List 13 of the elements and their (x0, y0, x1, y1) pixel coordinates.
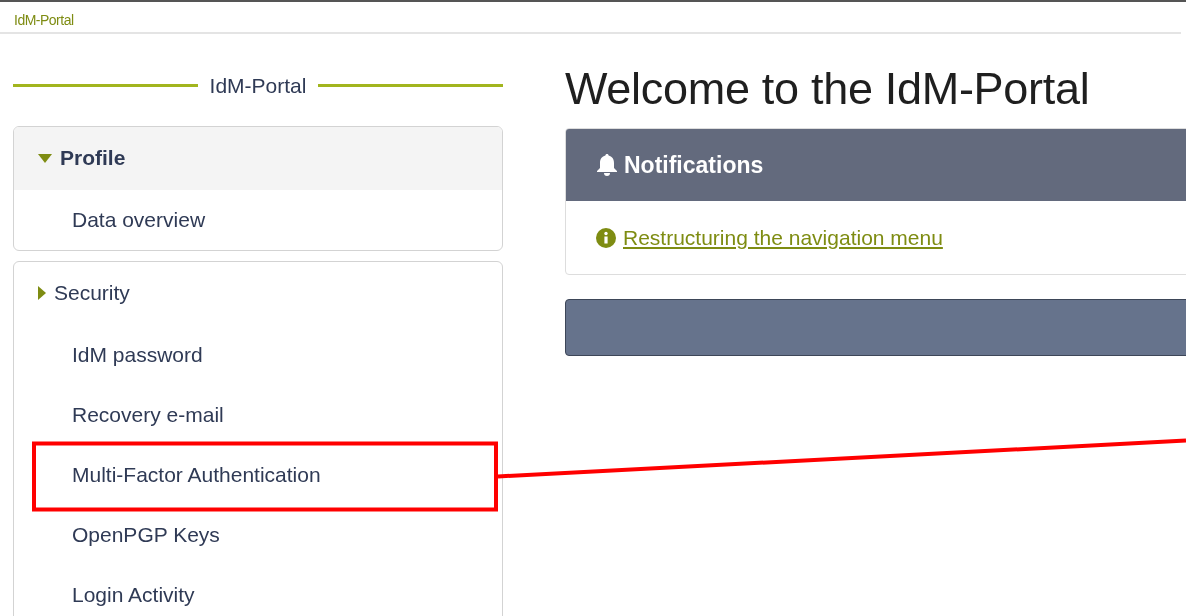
menu-item[interactable]: Data overview (14, 189, 502, 250)
menu-item[interactable]: Login Activity (14, 564, 502, 616)
page-title: Welcome to the IdM-Portal (565, 62, 1091, 116)
menu-item[interactable]: Multi-Factor Authentication (14, 444, 502, 505)
sidebar-heading: IdM-Portal (209, 73, 307, 99)
portal-link[interactable]: IdM-Portal (14, 12, 74, 28)
card-title: Notifications (624, 150, 764, 180)
notification-link[interactable]: Restructuring the navigation menu (623, 221, 943, 254)
menu-section[interactable]: Security (14, 261, 502, 325)
menu-section[interactable]: Profile (14, 126, 502, 190)
menu-item[interactable]: IdM password (14, 324, 502, 385)
menu-item[interactable]: Recovery e-mail (14, 384, 502, 445)
menu-item[interactable]: OpenPGP Keys (14, 504, 502, 565)
